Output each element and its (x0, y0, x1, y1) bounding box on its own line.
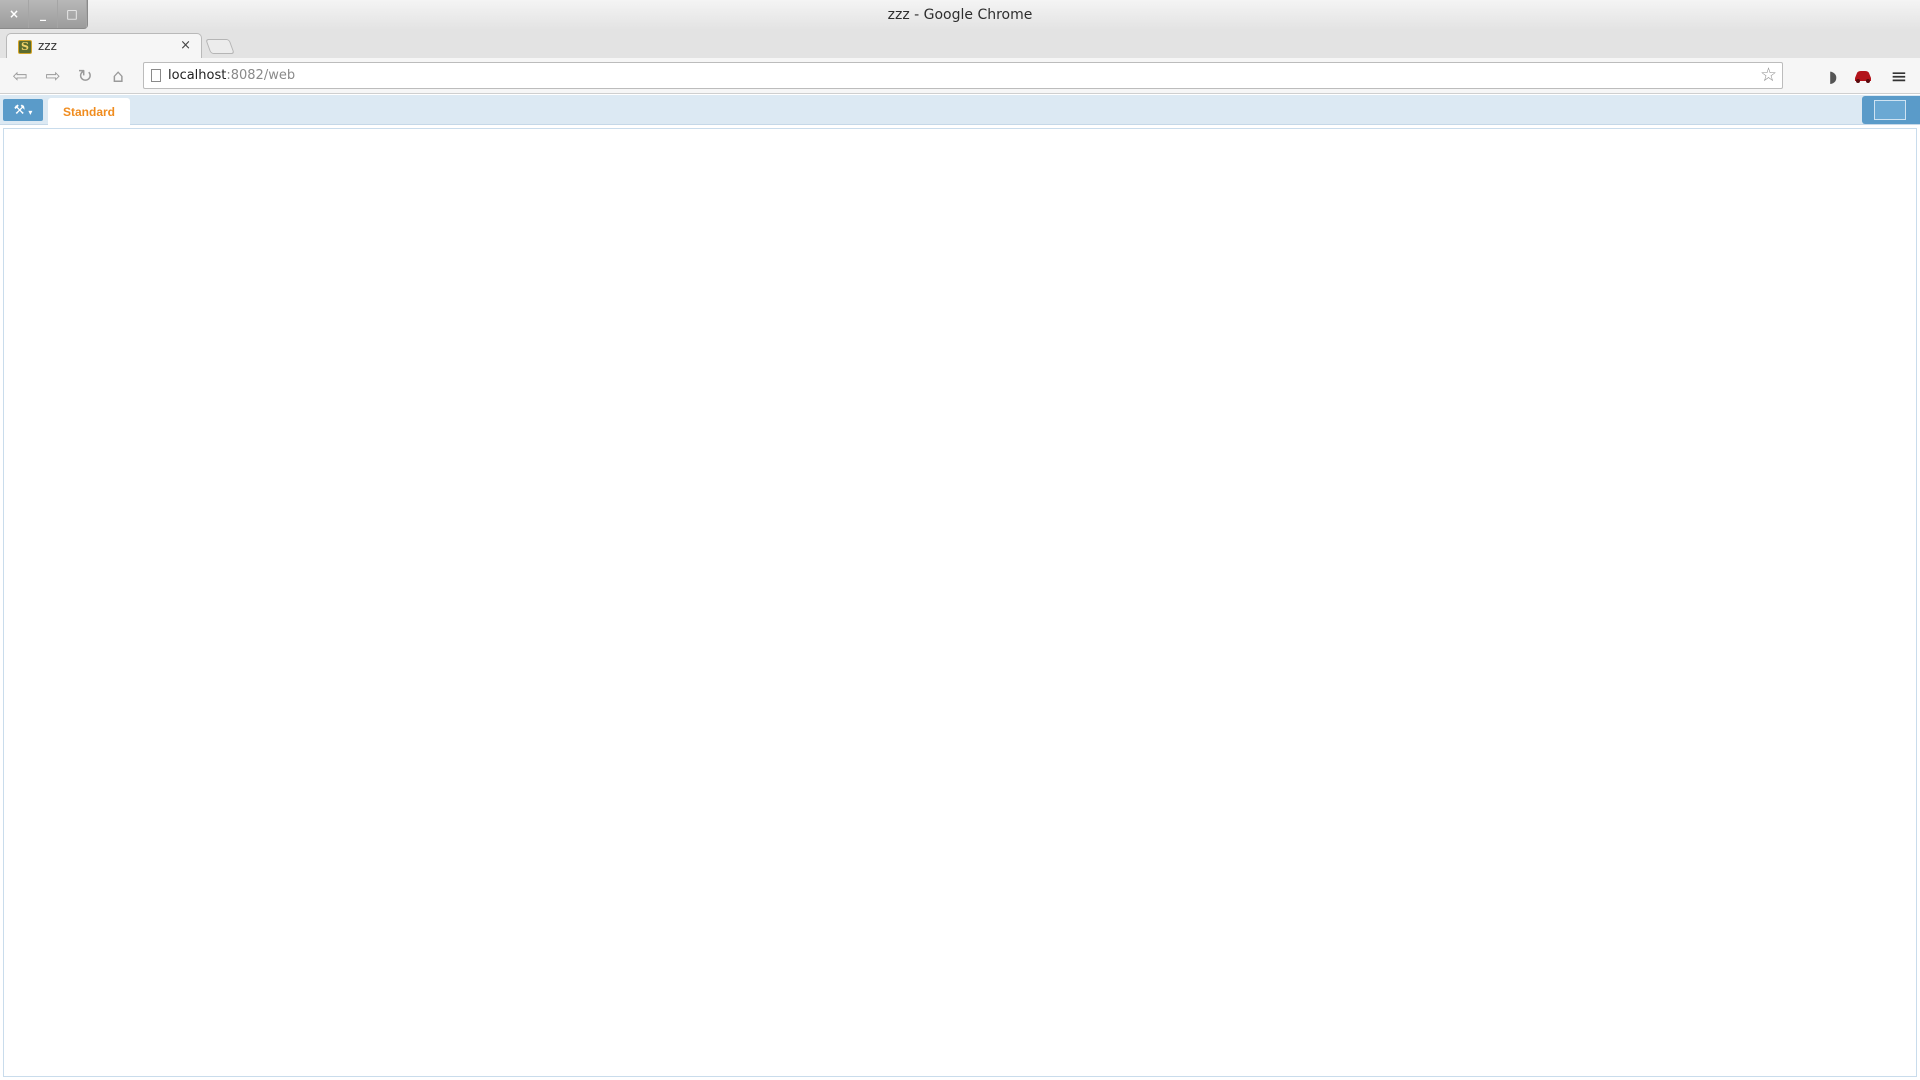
panel-toggle-button[interactable] (1862, 96, 1920, 124)
window-title: zzz - Google Chrome (887, 7, 1033, 23)
tab-standard[interactable]: Standard (48, 98, 130, 125)
address-bar[interactable]: localhost:8082/web ☆ (143, 62, 1783, 89)
browser-toolbar: ⇦ ⇨ ↻ ⌂ localhost:8082/web ☆ ◗ ≡ (0, 58, 1920, 94)
tab-title: zzz (38, 39, 57, 53)
window-titlebar: zzz - Google Chrome × _ □ (0, 0, 1920, 30)
site-favicon-icon: S (18, 40, 32, 54)
reload-icon[interactable]: ↻ (72, 64, 98, 88)
tab-strip: S zzz × (0, 30, 1920, 59)
tools-icon: ⚒ (13, 102, 26, 118)
window-maximize-button[interactable]: □ (58, 0, 87, 28)
panel-icon (1874, 100, 1906, 120)
forward-icon[interactable]: ⇨ (40, 64, 66, 88)
back-icon[interactable]: ⇦ (7, 64, 33, 88)
window-controls: × _ □ (0, 0, 88, 29)
tab-close-icon[interactable]: × (180, 38, 191, 53)
new-tab-button[interactable] (205, 39, 235, 54)
url-path: :8082/web (226, 68, 296, 83)
url-text[interactable]: localhost:8082/web (168, 68, 295, 83)
home-icon[interactable]: ⌂ (105, 64, 131, 88)
page-icon (151, 69, 161, 82)
car-icon-graphic (1855, 71, 1871, 83)
main-content-area (3, 128, 1917, 1077)
tools-menu-button[interactable]: ⚒ ▾ (3, 99, 43, 121)
broadcast-icon[interactable]: ◗ (1822, 65, 1844, 87)
chrome-menu-icon[interactable]: ≡ (1888, 64, 1910, 88)
bookmark-star-icon[interactable]: ☆ (1760, 64, 1777, 86)
car-icon[interactable] (1852, 65, 1874, 87)
window-minimize-button[interactable]: _ (29, 0, 58, 28)
window-close-button[interactable]: × (0, 0, 29, 28)
browser-tab[interactable]: S zzz × (6, 33, 202, 59)
app-header-bar: ⚒ ▾ Standard (0, 95, 1920, 125)
url-host: localhost (168, 68, 227, 83)
chevron-down-icon: ▾ (28, 107, 33, 117)
